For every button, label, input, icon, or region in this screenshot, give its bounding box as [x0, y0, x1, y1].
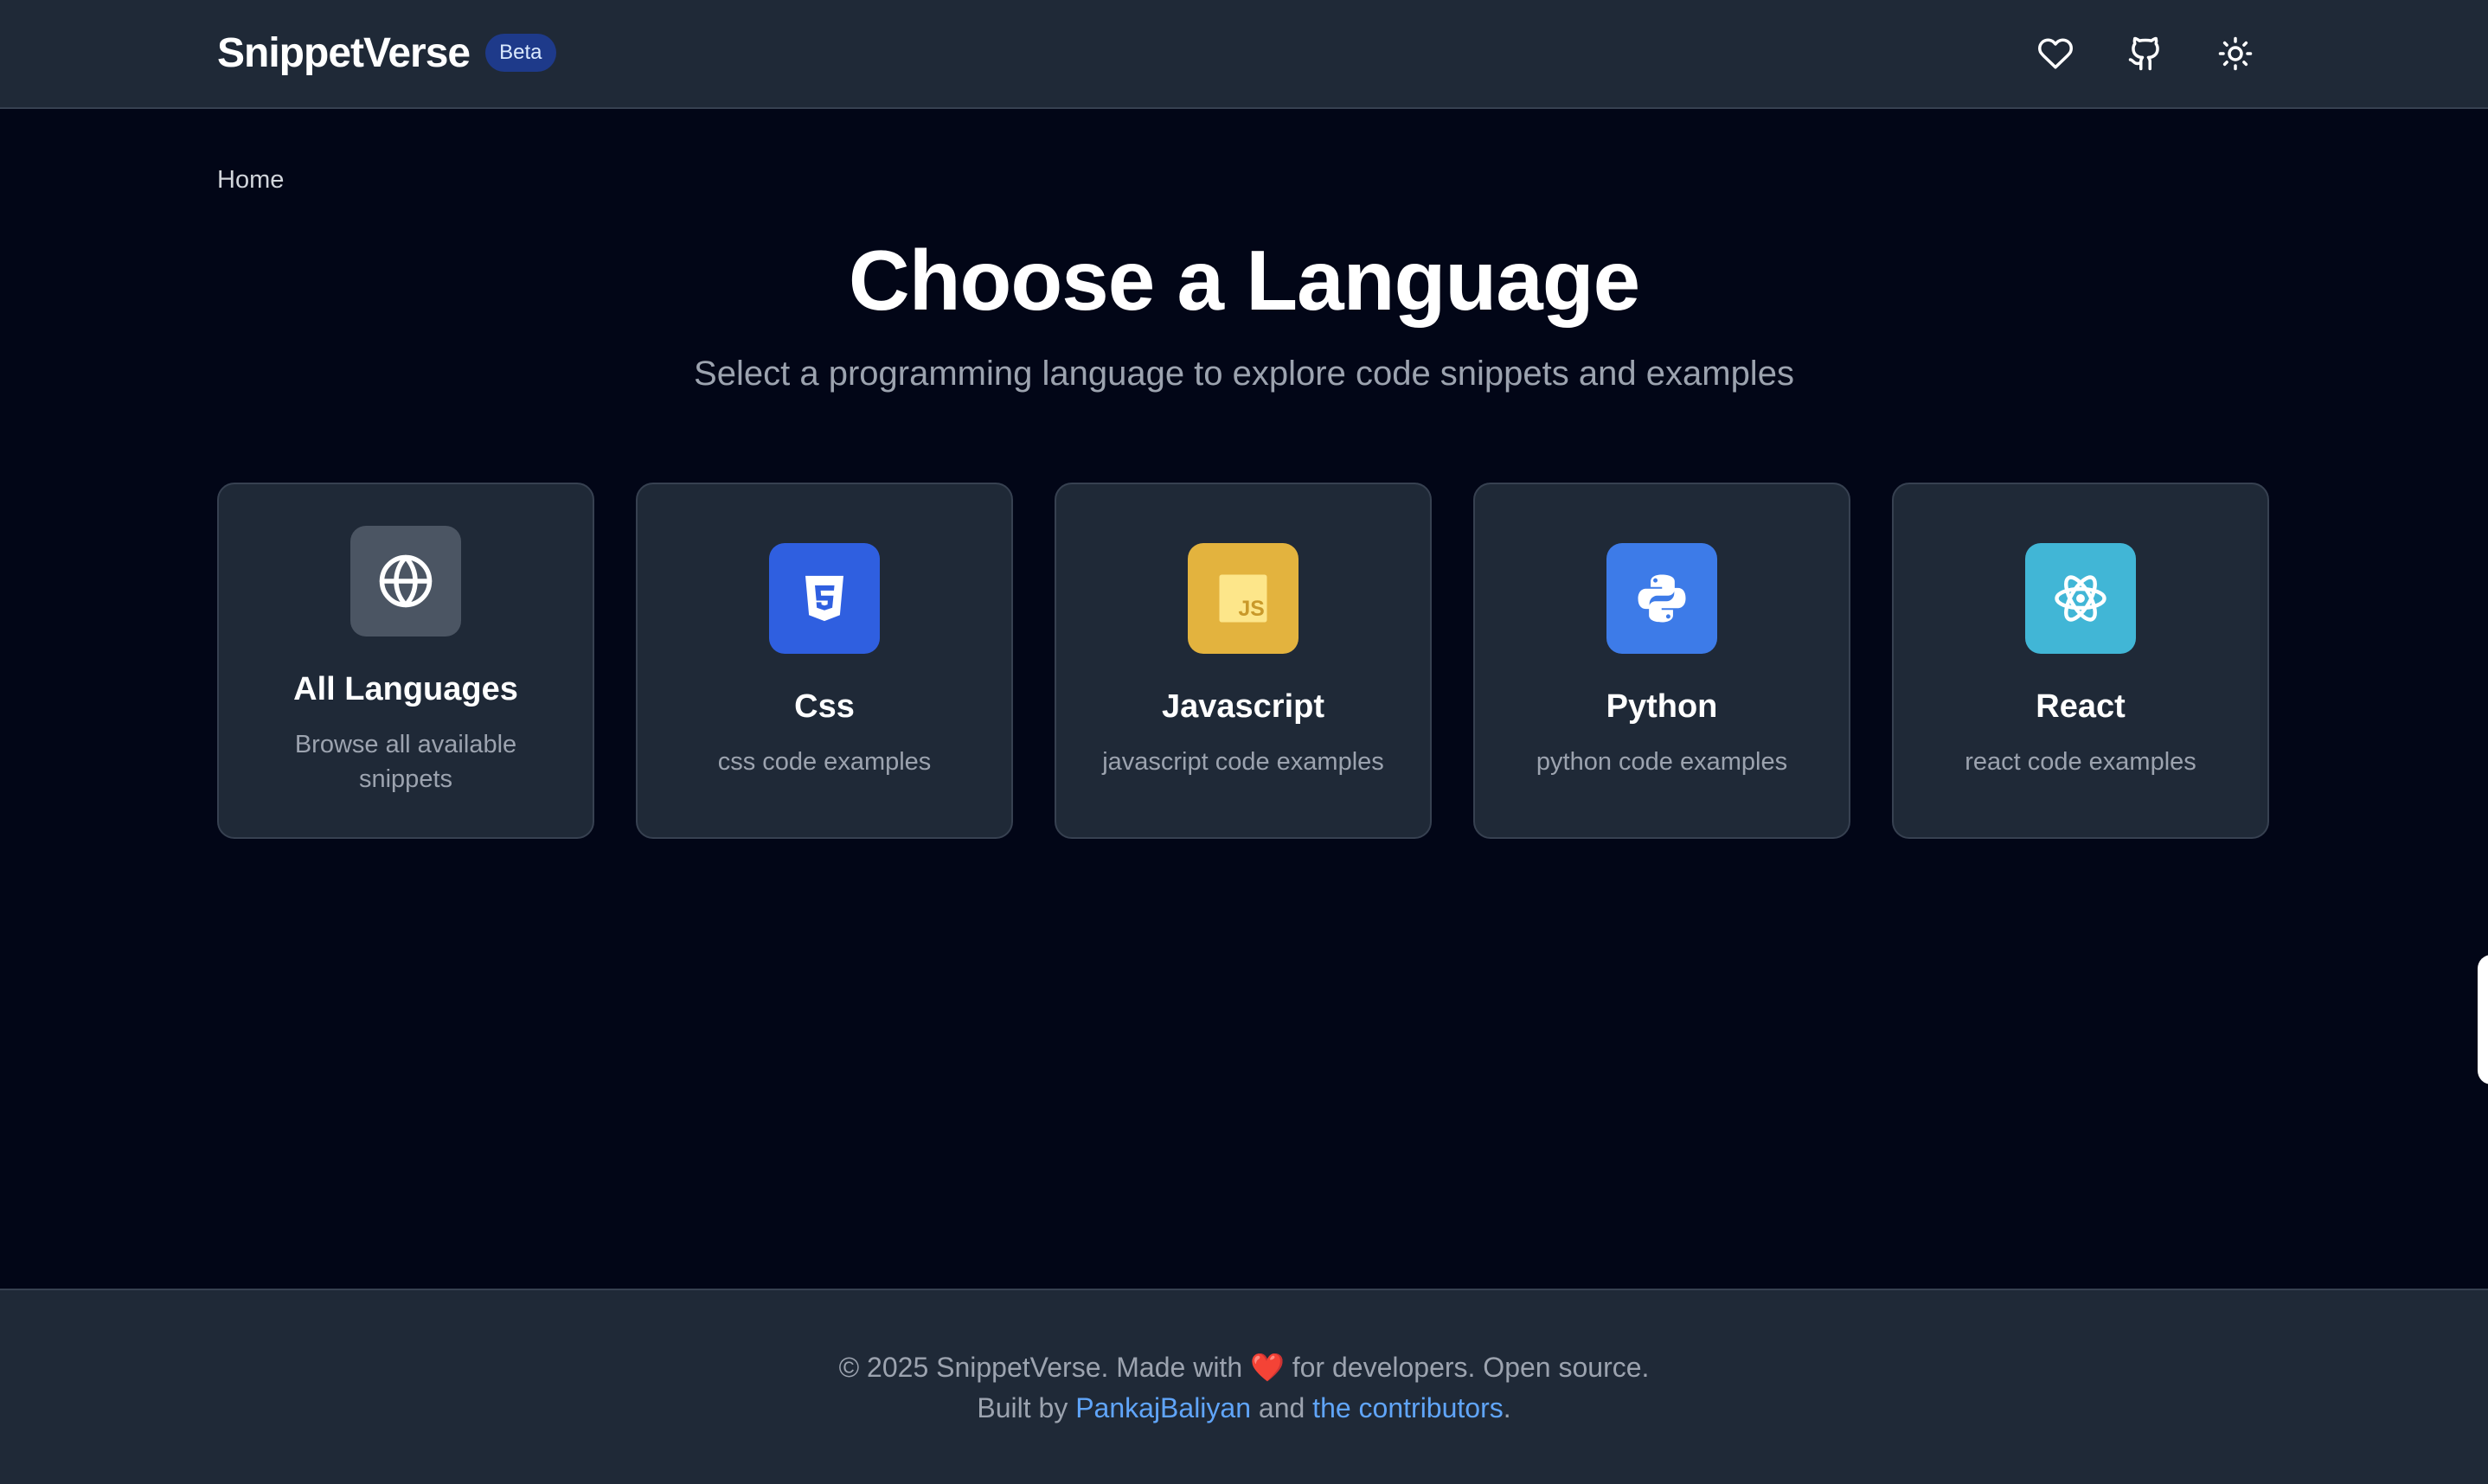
brand-name[interactable]: SnippetVerse [217, 29, 471, 77]
page-title: Choose a Language [848, 233, 1640, 328]
card-css[interactable]: Css css code examples [636, 483, 1013, 839]
card-icon-box [1606, 542, 1717, 654]
card-description: javascript code examples [1102, 747, 1384, 776]
favorites-button[interactable] [2030, 28, 2081, 80]
card-icon-box [769, 542, 880, 654]
beta-badge: Beta [485, 34, 556, 72]
header-actions [2030, 28, 2261, 80]
card-all-languages[interactable]: All Languages Browse all available snipp… [217, 483, 594, 839]
card-title: React [2036, 688, 2126, 725]
card-icon-box [2025, 542, 2136, 654]
footer-copyright-line: © 2025 SnippetVerse. Made with ❤️ for de… [0, 1351, 2488, 1384]
github-icon [2128, 36, 2159, 71]
card-description: react code examples [1965, 747, 2196, 776]
footer-credits-line: Built by PankajBaliyan and the contribut… [0, 1392, 2488, 1424]
language-cards: All Languages Browse all available snipp… [217, 483, 2269, 839]
github-button[interactable] [2119, 28, 2171, 80]
card-icon-box [350, 525, 461, 636]
card-title: All Languages [293, 670, 518, 707]
globe-icon [379, 554, 433, 607]
breadcrumb: Home [217, 166, 284, 195]
author-link[interactable]: PankajBaliyan [1075, 1392, 1251, 1423]
card-description: Browse all available snippets [294, 730, 517, 793]
svg-text:JS: JS [1238, 597, 1264, 620]
footer-tail: for developers. Open source. [1292, 1352, 1650, 1383]
footer-built-by: Built by [977, 1392, 1068, 1423]
footer-and: and [1258, 1392, 1305, 1423]
sun-icon [2218, 36, 2253, 71]
heart-icon [2038, 38, 2073, 69]
side-feedback-tab[interactable] [2478, 955, 2488, 1084]
top-header: SnippetVerse Beta [0, 0, 2488, 109]
card-description: python code examples [1536, 747, 1788, 776]
card-python[interactable]: Python python code examples [1473, 483, 1850, 839]
breadcrumb-home[interactable]: Home [217, 166, 284, 194]
python-icon [1638, 574, 1686, 622]
contributors-link[interactable]: the contributors [1312, 1392, 1504, 1423]
footer-copyright: © 2025 SnippetVerse. Made with [838, 1352, 1243, 1383]
card-title: Javascript [1161, 688, 1324, 725]
card-title: Python [1606, 688, 1718, 725]
react-icon [2055, 574, 2106, 622]
theme-toggle-button[interactable] [2209, 28, 2261, 80]
css3-icon [805, 575, 843, 621]
card-javascript[interactable]: JS Javascript javascript code examples [1055, 483, 1432, 839]
card-description: css code examples [717, 747, 932, 776]
card-react[interactable]: React react code examples [1892, 483, 2269, 839]
card-title: Css [794, 688, 855, 725]
heart-emoji-icon: ❤️ [1250, 1352, 1285, 1383]
card-icon-box: JS [1188, 542, 1299, 654]
js-icon: JS [1219, 574, 1267, 622]
footer-period: . [1503, 1392, 1511, 1423]
footer: © 2025 SnippetVerse. Made with ❤️ for de… [0, 1289, 2488, 1484]
page-subtitle: Select a programming language to explore… [694, 355, 1794, 393]
brand[interactable]: SnippetVerse Beta [217, 26, 556, 80]
